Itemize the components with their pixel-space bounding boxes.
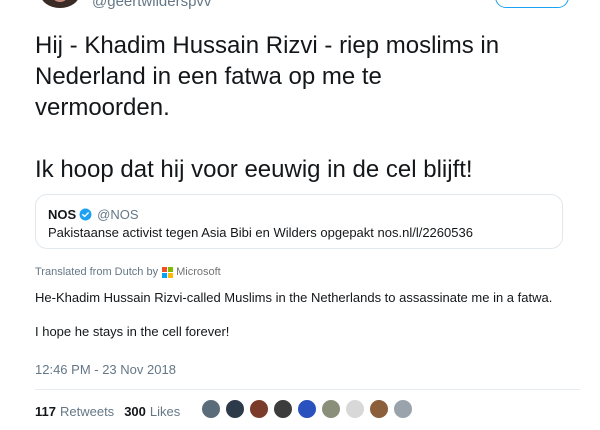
- quoted-author-name: NOS: [48, 207, 77, 222]
- liker-avatar[interactable]: [249, 399, 269, 419]
- author-handle[interactable]: @geertwilderspvv: [92, 0, 211, 10]
- tweet-line: vermoorden.: [35, 94, 170, 121]
- author-avatar[interactable]: [40, 0, 80, 8]
- microsoft-logo-icon: [162, 266, 174, 278]
- liker-avatar[interactable]: [345, 399, 365, 419]
- translated-label: Translated from Dutch by: [35, 266, 159, 278]
- liker-avatar[interactable]: [297, 399, 317, 419]
- translated-text: He-Khadim Hussain Rizvi-called Muslims i…: [35, 289, 580, 341]
- tweet-timestamp[interactable]: 12:46 PM - 23 Nov 2018: [35, 362, 176, 377]
- tweet-line: Hij - Khadim Hussain Rizvi - riep moslim…: [35, 32, 500, 59]
- verified-badge-icon: [79, 208, 92, 221]
- liker-avatar[interactable]: [393, 399, 413, 419]
- follow-button[interactable]: [495, 0, 569, 8]
- like-count[interactable]: 300: [124, 404, 146, 419]
- liker-avatar[interactable]: [225, 399, 245, 419]
- liker-avatar[interactable]: [369, 399, 389, 419]
- quoted-tweet-card[interactable]: NOS @NOS Pakistaanse activist tegen Asia…: [35, 194, 563, 249]
- quoted-tweet-text: Pakistaanse activist tegen Asia Bibi en …: [48, 225, 473, 240]
- liker-avatar[interactable]: [201, 399, 221, 419]
- divider: [35, 389, 580, 390]
- translation-line: He-Khadim Hussain Rizvi-called Muslims i…: [35, 290, 553, 305]
- quoted-author-handle: @NOS: [97, 207, 139, 222]
- likes-label[interactable]: Likes: [150, 404, 180, 419]
- translation-attribution: Translated from Dutch by Microsoft: [35, 266, 221, 278]
- tweet-line: Nederland in een fatwa op me te: [35, 63, 382, 90]
- translator-name: Microsoft: [176, 266, 221, 278]
- liker-avatar[interactable]: [321, 399, 341, 419]
- retweet-count[interactable]: 117: [35, 404, 56, 419]
- liker-avatars: [201, 399, 417, 419]
- liker-avatar[interactable]: [273, 399, 293, 419]
- tweet-stats: 117 Retweets 300 Likes: [35, 404, 180, 419]
- tweet-header: @geertwilderspvv: [0, 0, 600, 10]
- translation-line: I hope he stays in the cell forever!: [35, 324, 230, 339]
- retweets-label[interactable]: Retweets: [60, 404, 114, 419]
- tweet-text: Hij - Khadim Hussain Rizvi - riep moslim…: [35, 30, 585, 185]
- tweet-line: Ik hoop dat hij voor eeuwig in de cel bl…: [35, 156, 473, 183]
